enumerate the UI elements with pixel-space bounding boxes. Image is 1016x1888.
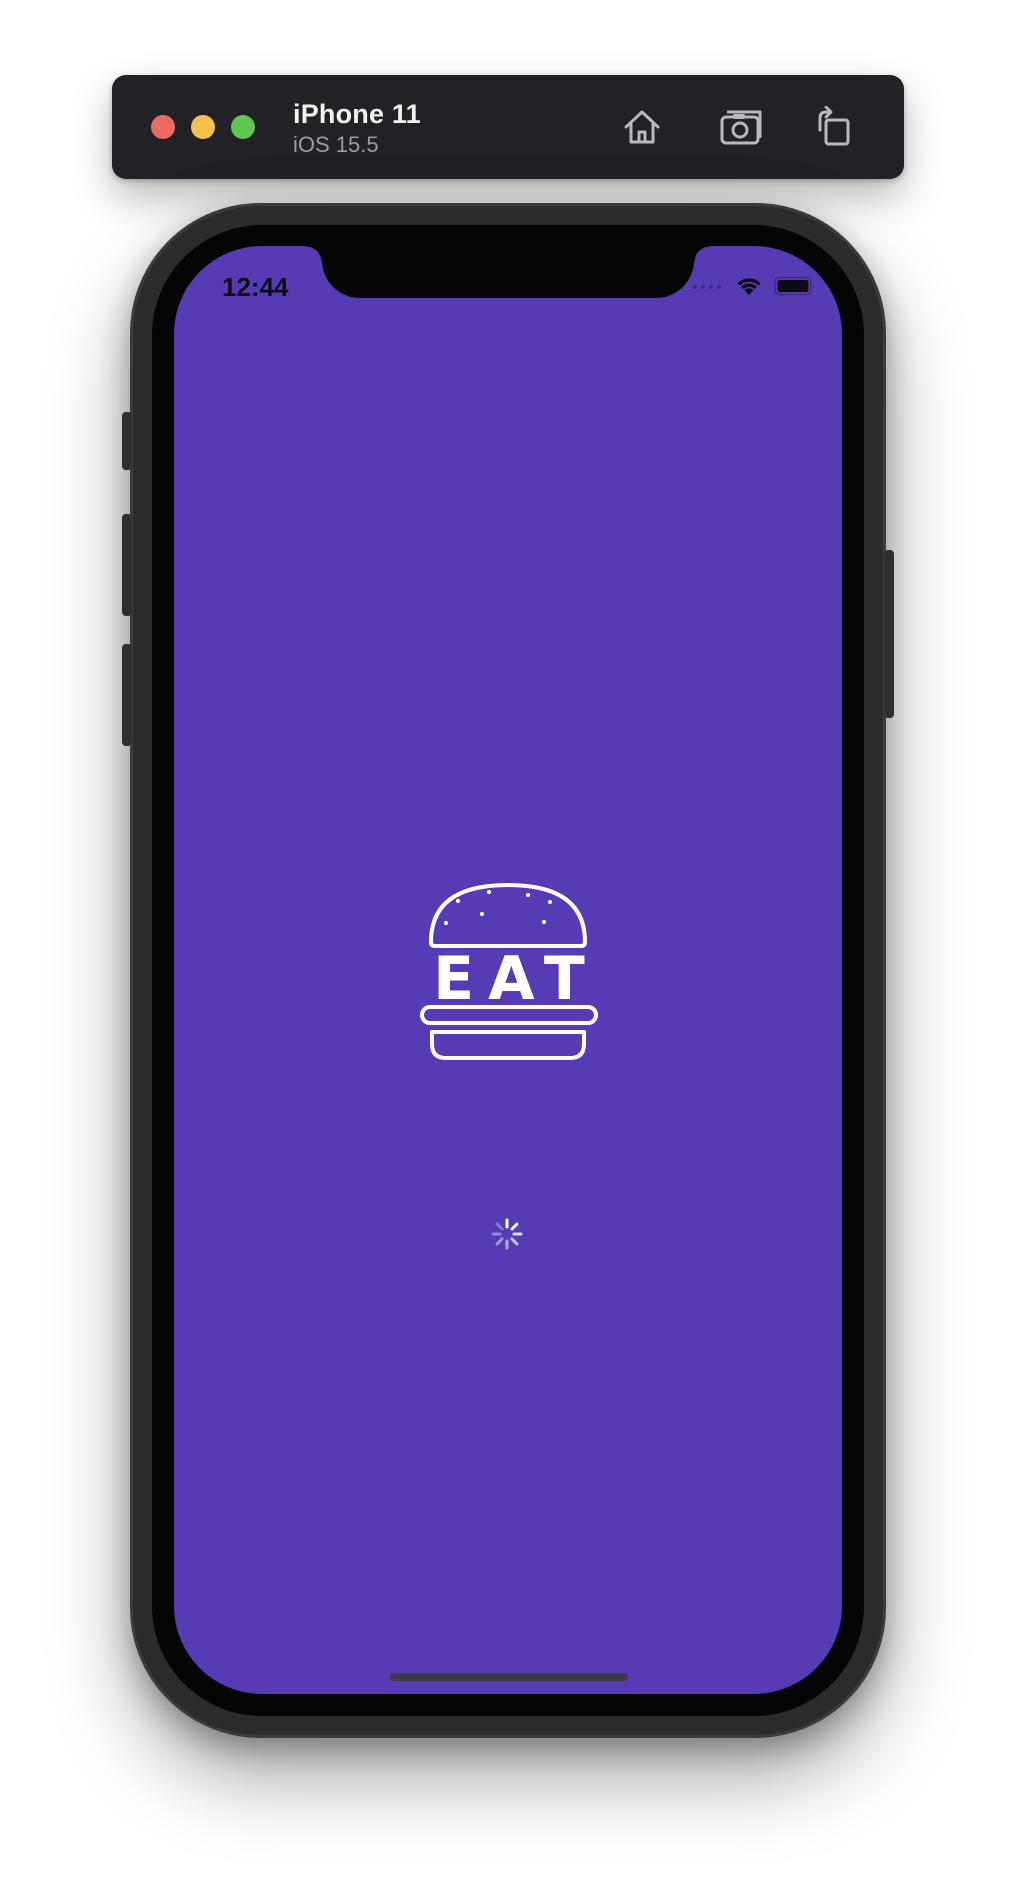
status-icons xyxy=(692,276,816,296)
volume-up-button[interactable] xyxy=(122,514,132,616)
window-zoom-button[interactable] xyxy=(231,115,255,139)
silent-switch[interactable] xyxy=(122,412,132,470)
eat-burger-logo: EAT xyxy=(420,883,598,1060)
simulator-toolbar: iPhone 11 iOS 15.5 xyxy=(112,75,904,179)
window-minimize-button[interactable] xyxy=(191,115,215,139)
status-time: 12:44 xyxy=(222,272,289,302)
app-screen: 12:44 EAT xyxy=(174,246,842,1694)
logo-text: EAT xyxy=(433,944,598,1014)
home-button[interactable] xyxy=(618,103,666,151)
wifi-icon xyxy=(737,278,761,295)
activity-spinner-icon xyxy=(491,1218,523,1250)
device-os-version: iOS 15.5 xyxy=(293,132,379,157)
window-close-button[interactable] xyxy=(151,115,175,139)
volume-down-button[interactable] xyxy=(122,644,132,746)
home-indicator[interactable] xyxy=(390,1673,628,1681)
notch xyxy=(306,246,710,298)
rotate-icon xyxy=(818,106,850,146)
screenshot-button[interactable] xyxy=(717,103,765,151)
side-power-button[interactable] xyxy=(884,550,894,718)
home-icon xyxy=(624,110,660,144)
signal-icon xyxy=(693,285,721,289)
device-name: iPhone 11 xyxy=(293,99,421,129)
rotate-button[interactable] xyxy=(809,103,857,151)
screenshot-icon xyxy=(720,110,762,145)
battery-icon xyxy=(774,276,815,296)
